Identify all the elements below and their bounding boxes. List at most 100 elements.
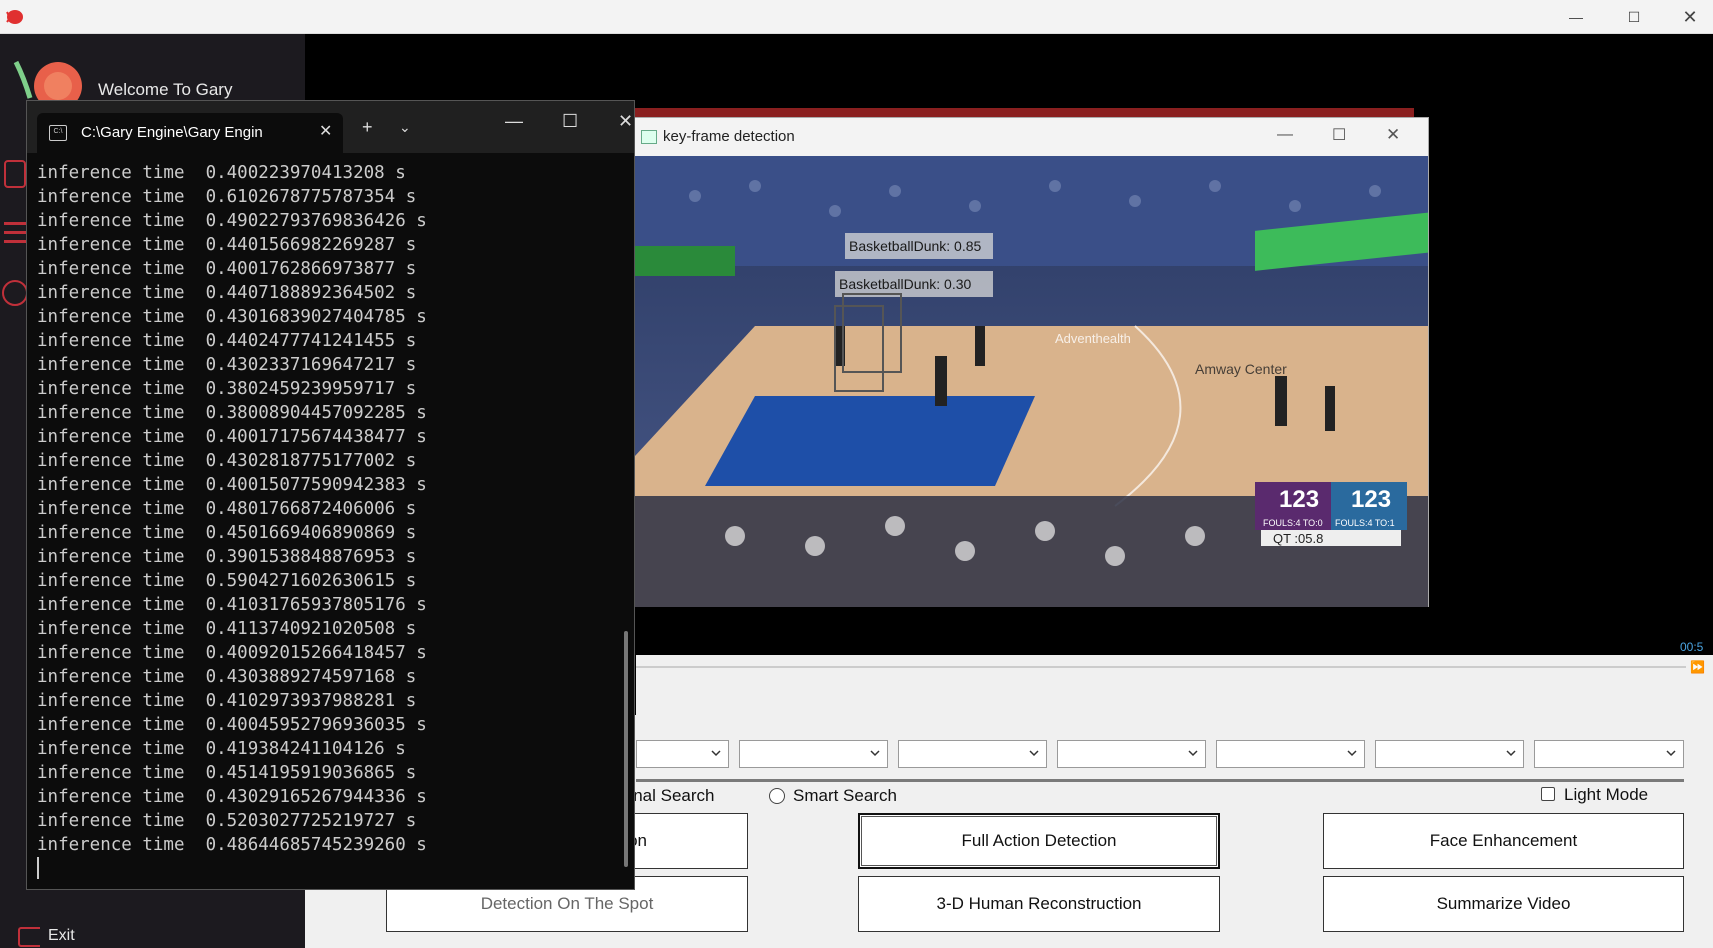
chevron-down-icon [1666, 750, 1676, 757]
chevron-down-icon [1029, 750, 1039, 757]
dropdown-7[interactable] [1534, 740, 1684, 768]
keyframe-titlebar: key-frame detection — ☐ ✕ [635, 118, 1428, 156]
terminal-line: inference time 0.38008904457092285 s [37, 403, 427, 423]
window-icon [641, 130, 657, 144]
smart-search-label[interactable]: Smart Search [793, 786, 897, 806]
dropdown-2[interactable] [739, 740, 888, 768]
minimize-icon: — [1277, 126, 1293, 143]
chevron-down-icon[interactable]: ⌄ [399, 119, 411, 136]
chevron-down-icon [1506, 750, 1516, 757]
close-tab-icon[interactable]: ✕ [319, 121, 332, 141]
snail-logo-icon [4, 6, 24, 26]
detection-label-1: BasketballDunk: 0.85 [849, 238, 982, 254]
kf-close-button[interactable]: ✕ [1386, 125, 1400, 145]
terminal-line: inference time 0.40015077590942383 s [37, 475, 427, 495]
terminal-line: inference time 0.4514195919036865 s [37, 763, 417, 783]
terminal-line: inference time 0.40017175674438477 s [37, 427, 427, 447]
fouls-left: FOULS:4 TO:0 [1263, 518, 1323, 528]
full-action-detection-button[interactable]: Full Action Detection [858, 813, 1220, 869]
light-mode-checkbox[interactable] [1541, 787, 1555, 801]
terminal-line: inference time 0.400223970413208 s [37, 163, 406, 183]
dropdown-3[interactable] [898, 740, 1047, 768]
maximize-icon: ☐ [1627, 8, 1641, 25]
human-reconstruction-button[interactable]: 3-D Human Reconstruction [858, 876, 1220, 932]
help-icon[interactable] [2, 280, 28, 306]
light-mode-label[interactable]: Light Mode [1564, 785, 1648, 805]
kf-maximize-button[interactable]: ☐ [1332, 125, 1346, 145]
terminal-output[interactable]: inference time 0.400223970413208 s infere… [37, 161, 597, 881]
terminal-scrollbar[interactable] [624, 631, 628, 867]
term-close-button[interactable]: ✕ [618, 111, 633, 132]
terminal-line: inference time 0.4801766872406006 s [37, 499, 417, 519]
terminal-line: inference time 0.43029165267944336 s [37, 787, 427, 807]
terminal-line: inference time 0.41031765937805176 s [37, 595, 427, 615]
court-text-1: Adventhealth [1055, 331, 1131, 346]
exit-label[interactable]: Exit [48, 927, 75, 945]
skip-forward-icon[interactable]: ⏩ [1690, 660, 1705, 674]
terminal-line: inference time 0.3901538848876953 s [37, 547, 417, 567]
smart-search-radio[interactable] [769, 788, 785, 804]
term-maximize-button[interactable]: ☐ [562, 111, 578, 132]
fouls-right: FOULS:4 TO:1 [1335, 518, 1395, 528]
terminal-line: inference time 0.419384241104126 s [37, 739, 406, 759]
game-clock: QT :05.8 [1273, 531, 1324, 546]
list-icon[interactable] [4, 218, 26, 248]
chevron-down-icon [1347, 750, 1357, 757]
terminal-cursor [37, 857, 39, 879]
terminal-line: inference time 0.4302818775177002 s [37, 451, 417, 471]
terminal-line: inference time 0.40045952796936035 s [37, 715, 427, 735]
maximize-icon: ☐ [562, 111, 579, 131]
dropdown-5[interactable] [1216, 740, 1365, 768]
time-readout: 00:5 [1680, 640, 1704, 654]
kf-minimize-button[interactable]: — [1277, 126, 1293, 144]
terminal-line: inference time 0.4302337169647217 s [37, 355, 417, 375]
close-button[interactable]: ✕ [1667, 0, 1713, 34]
close-icon: ✕ [618, 111, 634, 131]
term-minimize-button[interactable]: — [505, 111, 523, 132]
app-titlebar: — ☐ ✕ [0, 0, 1713, 34]
terminal-line: inference time 0.43016839027404785 s [37, 307, 427, 327]
close-icon: ✕ [1386, 125, 1401, 144]
welcome-text: Welcome To Gary [98, 80, 233, 99]
terminal-tab[interactable]: C:\ C:\Gary Engine\Gary Engin ✕ [37, 113, 343, 153]
summarize-video-button[interactable]: Summarize Video [1323, 876, 1684, 932]
away-score: 123 [1351, 486, 1392, 513]
terminal-window: C:\ C:\Gary Engine\Gary Engin ✕ + ⌄ — ☐ … [26, 100, 635, 890]
exit-icon[interactable] [18, 927, 40, 947]
maximize-button[interactable]: ☐ [1611, 0, 1657, 34]
terminal-line: inference time 0.5203027725219727 s [37, 811, 417, 831]
terminal-tab-title: C:\Gary Engine\Gary Engin [81, 124, 263, 141]
dropdown-1[interactable] [636, 740, 729, 768]
seek-panel [636, 655, 1713, 715]
terminal-line: inference time 0.40092015266418457 s [37, 643, 427, 663]
terminal-line: inference time 0.4401566982269287 s [37, 235, 417, 255]
terminal-line: inference time 0.4001762866973877 s [37, 259, 417, 279]
minimize-icon: — [1569, 9, 1583, 25]
minimize-icon: — [505, 111, 523, 131]
terminal-line: inference time 0.3802459239959717 s [37, 379, 417, 399]
terminal-line: inference time 0.4303889274597168 s [37, 667, 417, 687]
court-text-2: Amway Center [1195, 361, 1287, 377]
terminal-line: inference time 0.4102973937988281 s [37, 691, 417, 711]
new-tab-icon[interactable]: + [362, 117, 373, 138]
terminal-tabbar: C:\ C:\Gary Engine\Gary Engin ✕ + ⌄ — ☐ … [27, 101, 634, 153]
home-score: 123 [1279, 486, 1320, 513]
face-enhancement-button[interactable]: Face Enhancement [1323, 813, 1684, 869]
seek-slider[interactable] [636, 666, 1686, 668]
chevron-down-icon [711, 750, 721, 757]
minimize-button[interactable]: — [1553, 0, 1599, 34]
detection-label-2: BasketballDunk: 0.30 [839, 276, 972, 292]
terminal-line: inference time 0.4113740921020508 s [37, 619, 417, 639]
chevron-down-icon [870, 750, 880, 757]
close-icon: ✕ [1682, 6, 1698, 27]
dropdown-4[interactable] [1057, 740, 1206, 768]
maximize-icon: ☐ [1332, 127, 1347, 144]
keyframe-window: key-frame detection — ☐ ✕ BasketballDunk… [634, 117, 1429, 607]
music-icon[interactable] [4, 160, 26, 188]
terminal-line: inference time 0.5904271602630615 s [37, 571, 417, 591]
dropdown-6[interactable] [1375, 740, 1524, 768]
terminal-line: inference time 0.4402477741241455 s [37, 331, 417, 351]
keyframe-title: key-frame detection [663, 128, 795, 145]
cmd-icon: C:\ [49, 125, 67, 141]
terminal-line: inference time 0.4501669406890869 s [37, 523, 417, 543]
